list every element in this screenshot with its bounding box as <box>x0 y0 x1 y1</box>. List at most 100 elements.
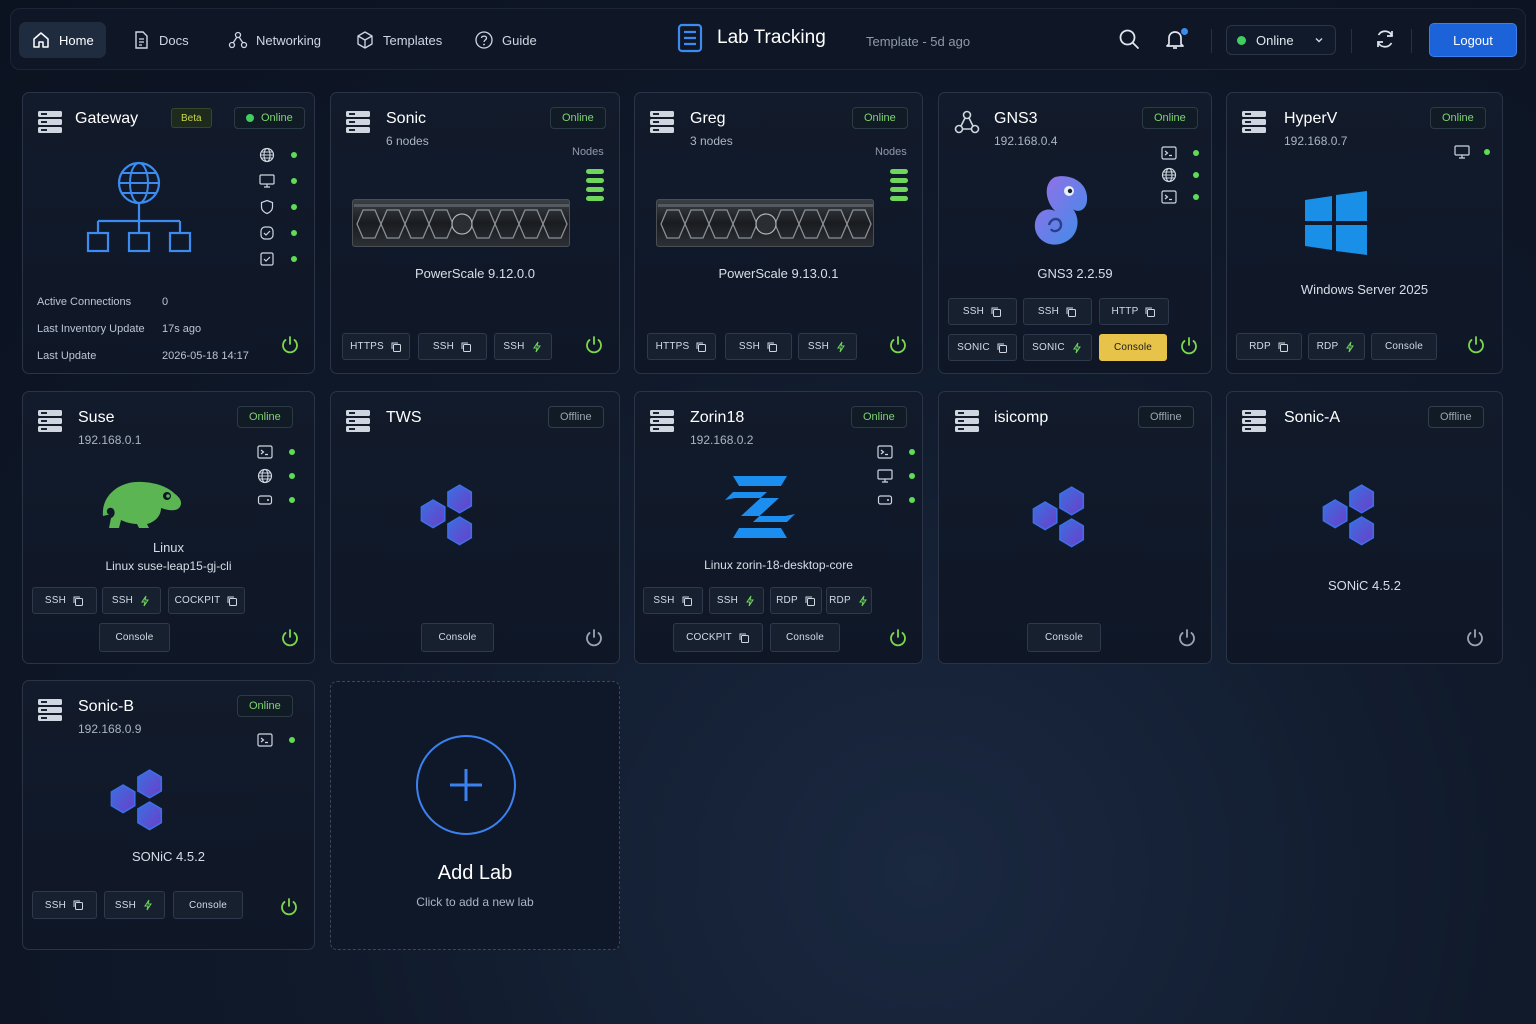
lightning-icon <box>835 341 847 353</box>
info-label: Last Update <box>37 350 97 362</box>
console-button[interactable]: Console <box>1099 334 1167 361</box>
copy-icon <box>681 595 693 607</box>
button-label: SSH <box>503 341 525 352</box>
nav-guide-label: Guide <box>502 32 537 48</box>
power-icon[interactable] <box>584 335 604 355</box>
lab-card-gateway[interactable]: Gateway Beta Online Active Connections 0… <box>22 92 315 374</box>
card-title: Greg <box>690 110 726 127</box>
ssh-copy-button[interactable]: SSH <box>1023 298 1092 325</box>
console-button[interactable]: Console <box>421 623 494 652</box>
sonic-copy-button[interactable]: SONIC <box>948 334 1017 361</box>
nav-networking-label: Networking <box>256 32 322 48</box>
lab-card-gns3[interactable]: GNS3 192.168.0.4 Online GNS3 2.2.59 SSH … <box>938 92 1212 374</box>
console-button[interactable]: Console <box>1371 333 1437 360</box>
lab-card-isicomp[interactable]: isicomp Offline Console <box>938 391 1212 664</box>
ssh-launch-button[interactable]: SSH <box>102 587 161 614</box>
status-badge: Online <box>237 406 293 428</box>
app-brand: Lab Tracking <box>677 23 826 53</box>
ssh-launch-button[interactable]: SSH <box>798 333 857 360</box>
remote-desktop-icon <box>1454 144 1470 160</box>
nav-guide[interactable]: Guide <box>462 22 549 58</box>
os-label: Linux suse-leap15-gj-cli <box>105 559 232 573</box>
rdp-launch-button[interactable]: RDP <box>1308 333 1365 360</box>
rdp-launch-button[interactable]: RDP <box>826 587 872 614</box>
power-icon[interactable] <box>1177 628 1197 648</box>
nodes-indicator <box>890 169 908 201</box>
info-label: Last Inventory Update <box>37 323 145 335</box>
ssh-copy-button[interactable]: SSH <box>725 333 792 360</box>
lab-card-tws[interactable]: TWS Offline Console <box>330 391 620 664</box>
ssh-copy-button[interactable]: SSH <box>32 587 97 614</box>
lab-card-sonic-a[interactable]: Sonic-A Offline SONiC 4.5.2 <box>1226 391 1503 664</box>
search-icon[interactable] <box>1117 27 1141 51</box>
power-icon[interactable] <box>1466 335 1486 355</box>
nav-networking[interactable]: Networking <box>216 22 333 58</box>
button-label: RDP <box>1316 341 1339 352</box>
refresh-icon[interactable] <box>1373 27 1397 51</box>
lab-card-zorin18[interactable]: Zorin18 192.168.0.2 Online Linux zorin-1… <box>634 391 923 664</box>
server-icon <box>649 408 675 434</box>
add-lab-card[interactable]: Add Lab Click to add a new lab <box>330 681 620 950</box>
cockpit-copy-button[interactable]: COCKPIT <box>673 623 763 652</box>
power-icon[interactable] <box>888 628 908 648</box>
lab-card-greg[interactable]: Greg 3 nodes Online Nodes PowerScale 9.1… <box>634 92 923 374</box>
lightning-icon <box>1071 342 1083 354</box>
power-icon[interactable] <box>280 628 300 648</box>
lab-card-sonic-b[interactable]: Sonic-B 192.168.0.9 Online SONiC 4.5.2 S… <box>22 680 315 950</box>
https-copy-button[interactable]: HTTPS <box>647 333 716 360</box>
rdp-copy-button[interactable]: RDP <box>770 587 822 614</box>
cockpit-copy-button[interactable]: COCKPIT <box>168 587 245 614</box>
nav-docs[interactable]: Docs <box>119 22 201 58</box>
logout-button[interactable]: Logout <box>1429 23 1517 57</box>
power-icon[interactable] <box>1465 628 1485 648</box>
console-button[interactable]: Console <box>1027 623 1101 652</box>
lab-card-hyperv[interactable]: HyperV 192.168.0.7 Online Windows Server… <box>1226 92 1503 374</box>
power-icon[interactable] <box>584 628 604 648</box>
card-subtitle: 192.168.0.1 <box>78 433 142 447</box>
add-lab-circle[interactable] <box>416 735 516 835</box>
console-button[interactable]: Console <box>770 623 840 652</box>
console-button[interactable]: Console <box>173 891 243 919</box>
status-dot <box>246 114 254 122</box>
https-copy-button[interactable]: HTTPS <box>342 333 410 360</box>
terminal-icon <box>1161 145 1177 161</box>
ssh-copy-button[interactable]: SSH <box>32 891 97 919</box>
terminal-icon <box>257 732 273 748</box>
ssh-copy-button[interactable]: SSH <box>418 333 487 360</box>
power-icon[interactable] <box>279 897 299 917</box>
http-copy-button[interactable]: HTTP <box>1099 298 1169 325</box>
service-icons <box>257 732 295 748</box>
button-label: SSH <box>1037 306 1060 317</box>
button-label: SSH <box>111 595 134 606</box>
copy-icon <box>72 595 84 607</box>
ssh-copy-button[interactable]: SSH <box>643 587 703 614</box>
console-button[interactable]: Console <box>99 623 170 652</box>
power-icon[interactable] <box>1179 336 1199 356</box>
ssh-launch-button[interactable]: SSH <box>494 333 552 360</box>
copy-icon <box>226 595 238 607</box>
card-title: Suse <box>78 409 115 426</box>
ssh-copy-button[interactable]: SSH <box>948 298 1017 325</box>
zorin-logo <box>725 476 795 538</box>
nav-templates-label: Templates <box>383 32 443 48</box>
monitor-icon <box>259 173 275 189</box>
nav-templates[interactable]: Templates <box>343 22 454 58</box>
globe-icon <box>1161 167 1177 183</box>
power-icon[interactable] <box>280 335 300 355</box>
ssh-launch-button[interactable]: SSH <box>709 587 764 614</box>
nav-home[interactable]: Home <box>19 22 106 58</box>
lightning-icon <box>744 595 756 607</box>
info-value: 0 <box>162 296 169 308</box>
lab-card-suse[interactable]: Suse 192.168.0.1 Online Linux Linux suse… <box>22 391 315 664</box>
ssh-launch-button[interactable]: SSH <box>104 891 165 919</box>
status-dropdown[interactable]: Online <box>1226 25 1336 55</box>
status-badge: Offline <box>548 406 604 428</box>
service-icons <box>259 147 297 267</box>
os-label: Windows Server 2025 <box>1300 282 1429 297</box>
online-dot <box>909 449 915 455</box>
sonic-launch-button[interactable]: SONIC <box>1023 334 1092 361</box>
lab-card-sonic[interactable]: Sonic 6 nodes Online Nodes PowerScale 9.… <box>330 92 620 374</box>
rdp-copy-button[interactable]: RDP <box>1236 333 1302 360</box>
power-icon[interactable] <box>888 335 908 355</box>
document-icon <box>135 31 148 49</box>
